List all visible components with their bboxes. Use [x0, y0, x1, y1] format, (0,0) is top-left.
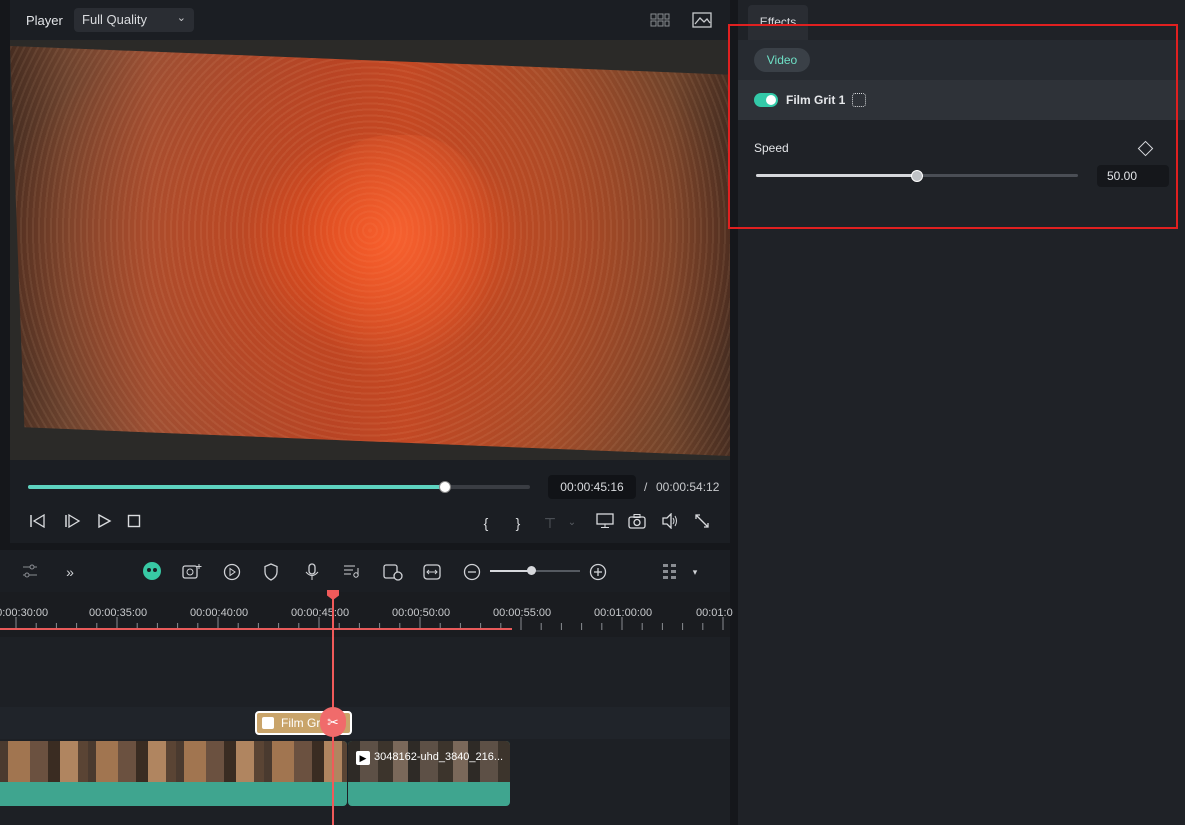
- zoom-in-icon[interactable]: [589, 563, 607, 581]
- quality-dropdown[interactable]: Full Quality ⌄: [74, 8, 194, 32]
- grid-layout-icon[interactable]: [661, 563, 679, 581]
- quality-value: Full Quality: [82, 12, 148, 27]
- display-monitor-icon[interactable]: [595, 513, 615, 533]
- add-media-icon[interactable]: [182, 563, 202, 581]
- scissor-icon[interactable]: ✂: [320, 707, 346, 737]
- player-topbar: Player Full Quality ⌄: [10, 0, 730, 40]
- ruler-label: 00:00:50:00: [392, 607, 451, 619]
- snapshot-camera-icon[interactable]: [627, 513, 647, 533]
- total-duration: 00:00:54:12: [656, 480, 720, 494]
- mark-out-icon[interactable]: }: [508, 513, 528, 533]
- zoom-slider-knob[interactable]: [527, 566, 536, 575]
- clip-thumbnails: [0, 741, 347, 782]
- ruler-label: 00:00:55:00: [493, 607, 552, 619]
- current-timecode[interactable]: 00:00:45:16: [548, 475, 636, 499]
- progress-fill: [28, 485, 445, 489]
- zoom-slider[interactable]: [490, 566, 580, 575]
- shield-icon[interactable]: [262, 563, 280, 581]
- timeline-toolbar: [0, 550, 730, 592]
- ruler-label: 00:01:00:00: [594, 607, 653, 619]
- clip-play-icon: ▶: [356, 751, 370, 765]
- fullscreen-icon[interactable]: [692, 513, 712, 533]
- zoom-out-icon[interactable]: [463, 563, 481, 581]
- chevron-down-icon: ⌄: [176, 12, 186, 24]
- fit-timeline-icon[interactable]: [423, 563, 441, 581]
- progress-knob[interactable]: [438, 481, 451, 493]
- clip-title: 3048162-uhd_3840_216...: [374, 751, 504, 763]
- ruler-label: 00:00:30:00: [0, 607, 49, 619]
- image-icon[interactable]: [692, 11, 712, 29]
- microphone-icon[interactable]: [303, 563, 321, 581]
- insert-icon: ⊤: [543, 515, 557, 531]
- stop-icon[interactable]: [124, 513, 144, 533]
- insert-dropdown-chevron-icon: ⌄: [567, 517, 577, 528]
- adjust-sliders-icon[interactable]: [21, 563, 39, 581]
- speed-ramp-icon[interactable]: [223, 563, 241, 581]
- next-frame-icon[interactable]: [62, 513, 82, 533]
- player-panel: Player Full Quality ⌄ 00:00:45:16 / 00:0…: [10, 0, 730, 543]
- video-clip[interactable]: [0, 741, 347, 806]
- highlight-box: [728, 24, 1178, 229]
- player-label: Player: [26, 13, 63, 28]
- zoom-slider-fill: [490, 570, 532, 572]
- audio-list-icon[interactable]: [343, 563, 361, 581]
- render-range-bar: [0, 628, 512, 630]
- preview-subject: [300, 135, 500, 385]
- expand-more-icon[interactable]: »: [61, 563, 79, 581]
- video-preview[interactable]: [10, 40, 730, 460]
- mark-in-icon[interactable]: {: [476, 513, 496, 533]
- timecode-separator: /: [644, 480, 648, 494]
- volume-icon[interactable]: [660, 512, 680, 533]
- layout-dropdown-chevron-icon[interactable]: ▾: [686, 563, 704, 581]
- effects-track: [0, 707, 730, 739]
- previous-frame-icon[interactable]: [28, 513, 48, 533]
- media-record-icon[interactable]: [383, 563, 403, 581]
- ruler-label: 00:01:0: [696, 607, 733, 619]
- playback-progress[interactable]: [28, 481, 530, 493]
- grid-view-icon[interactable]: [650, 12, 670, 28]
- ai-assistant-icon[interactable]: [142, 561, 162, 581]
- play-icon[interactable]: [94, 513, 114, 533]
- ruler-label: 00:00:35:00: [89, 607, 148, 619]
- ruler-label: 00:00:40:00: [190, 607, 249, 619]
- effect-clip-icon: [262, 717, 274, 729]
- ruler-label: 00:00:45:00: [291, 607, 350, 619]
